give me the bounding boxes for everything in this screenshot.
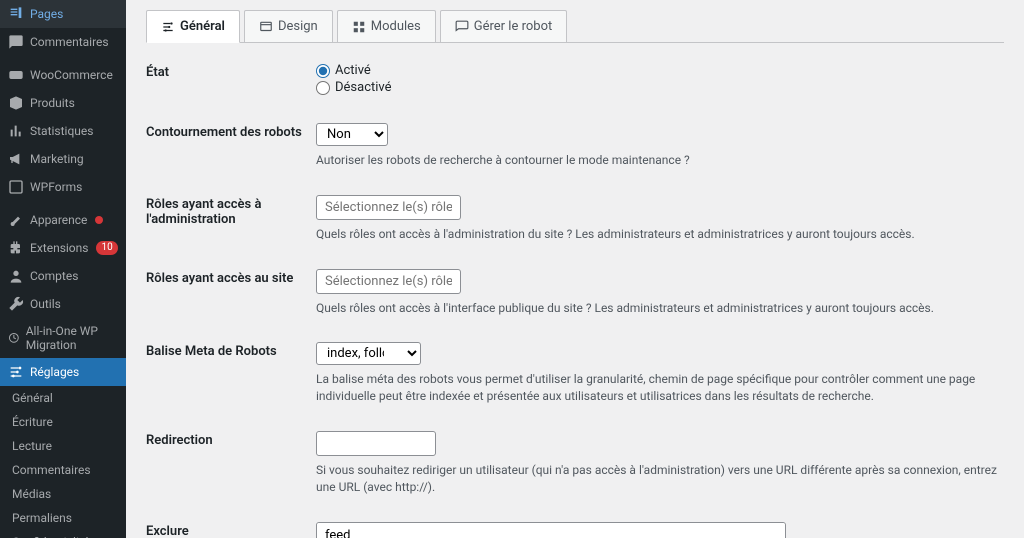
menu-pages[interactable]: Pages — [0, 0, 126, 28]
users-icon — [8, 268, 24, 284]
woo-icon — [8, 67, 24, 83]
bypass-label: Contournement des robots — [146, 123, 316, 140]
menu-label: Réglages — [30, 365, 79, 379]
main-content: Général Design Modules Gérer le robot Ét… — [126, 0, 1024, 538]
tab-label: Modules — [371, 19, 421, 34]
brush-icon — [8, 212, 24, 228]
menu-label: Statistiques — [30, 124, 93, 138]
redirect-input[interactable] — [316, 431, 436, 456]
plugin-icon — [8, 240, 24, 256]
menu-appearance[interactable]: Apparence — [0, 206, 126, 234]
roles-site-label: Rôles ayant accès au site — [146, 269, 316, 286]
submenu-settings: Général Écriture Lecture Commentaires Mé… — [0, 386, 126, 538]
roles-admin-input[interactable] — [316, 195, 461, 220]
menu-label: Produits — [30, 96, 75, 110]
bot-icon — [455, 20, 469, 34]
tab-design[interactable]: Design — [244, 10, 333, 42]
bypass-select[interactable]: Non — [316, 123, 388, 146]
meta-select[interactable]: index, follow — [316, 342, 421, 365]
modules-icon — [352, 20, 366, 34]
meta-help: La balise méta des robots vous permet d'… — [316, 371, 1004, 405]
menu-migration[interactable]: All-in-One WP Migration — [0, 318, 126, 358]
sliders-icon — [8, 364, 24, 380]
sub-reading[interactable]: Lecture — [0, 434, 126, 458]
state-label: État — [146, 63, 316, 80]
roles-site-input[interactable] — [316, 269, 461, 294]
state-inactive-radio[interactable] — [316, 81, 330, 95]
products-icon — [8, 95, 24, 111]
menu-label: Comptes — [30, 269, 78, 283]
meta-label: Balise Meta de Robots — [146, 342, 316, 359]
roles-admin-help: Quels rôles ont accès à l'administration… — [316, 226, 1004, 243]
tab-label: Général — [180, 19, 225, 34]
menu-label: Extensions — [30, 241, 88, 255]
roles-site-help: Quels rôles ont accès à l'interface publ… — [316, 300, 1004, 317]
wrench-icon — [8, 296, 24, 312]
tab-modules[interactable]: Modules — [337, 10, 436, 42]
megaphone-icon — [8, 151, 24, 167]
wpforms-icon — [8, 179, 24, 195]
tab-label: Gérer le robot — [474, 19, 553, 34]
exclude-textarea[interactable] — [316, 522, 786, 538]
menu-comments[interactable]: Commentaires — [0, 28, 126, 56]
redirect-label: Redirection — [146, 431, 316, 448]
tab-general[interactable]: Général — [146, 10, 240, 43]
general-icon — [161, 20, 175, 34]
menu-users[interactable]: Comptes — [0, 262, 126, 290]
tab-bar: Général Design Modules Gérer le robot — [146, 10, 1004, 43]
menu-label: Marketing — [30, 152, 84, 166]
radio-label: Activé — [335, 63, 371, 78]
menu-statistics[interactable]: Statistiques — [0, 117, 126, 145]
sub-media[interactable]: Médias — [0, 482, 126, 506]
migration-icon — [8, 330, 20, 346]
menu-marketing[interactable]: Marketing — [0, 145, 126, 173]
menu-label: Pages — [30, 7, 63, 21]
badge-count: 10 — [96, 241, 117, 255]
bypass-help: Autoriser les robots de recherche à cont… — [316, 152, 1004, 169]
menu-label: All-in-One WP Migration — [26, 324, 118, 352]
sub-writing[interactable]: Écriture — [0, 410, 126, 434]
pages-icon — [8, 6, 24, 22]
menu-wpforms[interactable]: WPForms — [0, 173, 126, 201]
tab-label: Design — [278, 19, 318, 34]
update-indicator — [95, 216, 103, 224]
stats-icon — [8, 123, 24, 139]
redirect-help: Si vous souhaitez rediriger un utilisate… — [316, 462, 1004, 496]
tab-bot[interactable]: Gérer le robot — [440, 10, 568, 42]
menu-label: WPForms — [30, 180, 82, 194]
menu-label: WooCommerce — [30, 68, 113, 82]
exclude-label: Exclure — [146, 522, 316, 538]
sub-permalinks[interactable]: Permaliens — [0, 506, 126, 530]
sub-general[interactable]: Général — [0, 386, 126, 410]
menu-woocommerce[interactable]: WooCommerce — [0, 61, 126, 89]
comment-icon — [8, 34, 24, 50]
menu-extensions[interactable]: Extensions 10 — [0, 234, 126, 262]
admin-sidebar: Pages Commentaires WooCommerce Produits … — [0, 0, 126, 538]
menu-tools[interactable]: Outils — [0, 290, 126, 318]
roles-admin-label: Rôles ayant accès à l'administration — [146, 195, 316, 227]
radio-label: Désactivé — [335, 80, 392, 95]
sub-privacy[interactable]: Confidentialité — [0, 530, 126, 538]
design-icon — [259, 20, 273, 34]
state-active-option[interactable]: Activé — [316, 63, 1004, 78]
state-active-radio[interactable] — [316, 64, 330, 78]
menu-settings[interactable]: Réglages — [0, 358, 126, 386]
menu-products[interactable]: Produits — [0, 89, 126, 117]
menu-label: Commentaires — [30, 35, 109, 49]
sub-comments[interactable]: Commentaires — [0, 458, 126, 482]
state-inactive-option[interactable]: Désactivé — [316, 80, 1004, 95]
menu-label: Apparence — [30, 213, 87, 227]
menu-label: Outils — [30, 297, 61, 311]
